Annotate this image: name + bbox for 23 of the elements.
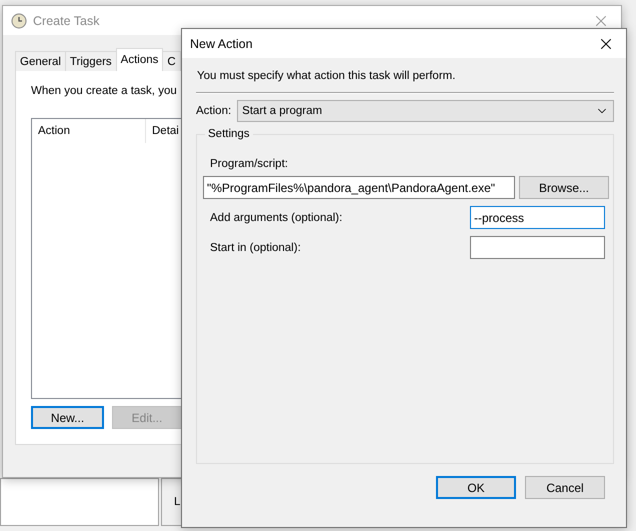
tab[interactable]: C bbox=[162, 51, 181, 71]
arguments-input[interactable]: --process bbox=[470, 206, 605, 229]
field-label: Add arguments (optional): bbox=[209, 212, 342, 224]
field-label: Program/script: bbox=[209, 158, 289, 170]
window-title: Create Task bbox=[33, 14, 100, 28]
field-label: Start in (optional): bbox=[209, 242, 301, 254]
cancel-button[interactable]: Cancel bbox=[525, 476, 605, 499]
program-input[interactable]: "%ProgramFiles%\pandora_agent\PandoraAgent.exe" bbox=[203, 176, 515, 199]
action-dropdown[interactable]: Start a program bbox=[237, 100, 614, 122]
browse-button[interactable]: Browse... bbox=[519, 176, 609, 199]
clock-icon bbox=[11, 12, 27, 28]
tab[interactable]: General bbox=[15, 51, 66, 71]
dialog-title: New Action bbox=[190, 36, 254, 50]
ok-button[interactable]: OK bbox=[436, 476, 516, 499]
new-button[interactable]: New... bbox=[31, 406, 104, 429]
start-in-input[interactable] bbox=[470, 236, 605, 259]
description-text: When you create a task, you bbox=[31, 85, 178, 97]
column-header[interactable]: Action bbox=[32, 119, 146, 143]
instruction-text: You must specify what action this task will perform. bbox=[196, 70, 456, 82]
action-label: Action: bbox=[196, 105, 232, 117]
group-title: Settings bbox=[207, 128, 251, 140]
tab[interactable]: Actions bbox=[116, 48, 164, 71]
tab[interactable]: Triggers bbox=[64, 51, 117, 71]
